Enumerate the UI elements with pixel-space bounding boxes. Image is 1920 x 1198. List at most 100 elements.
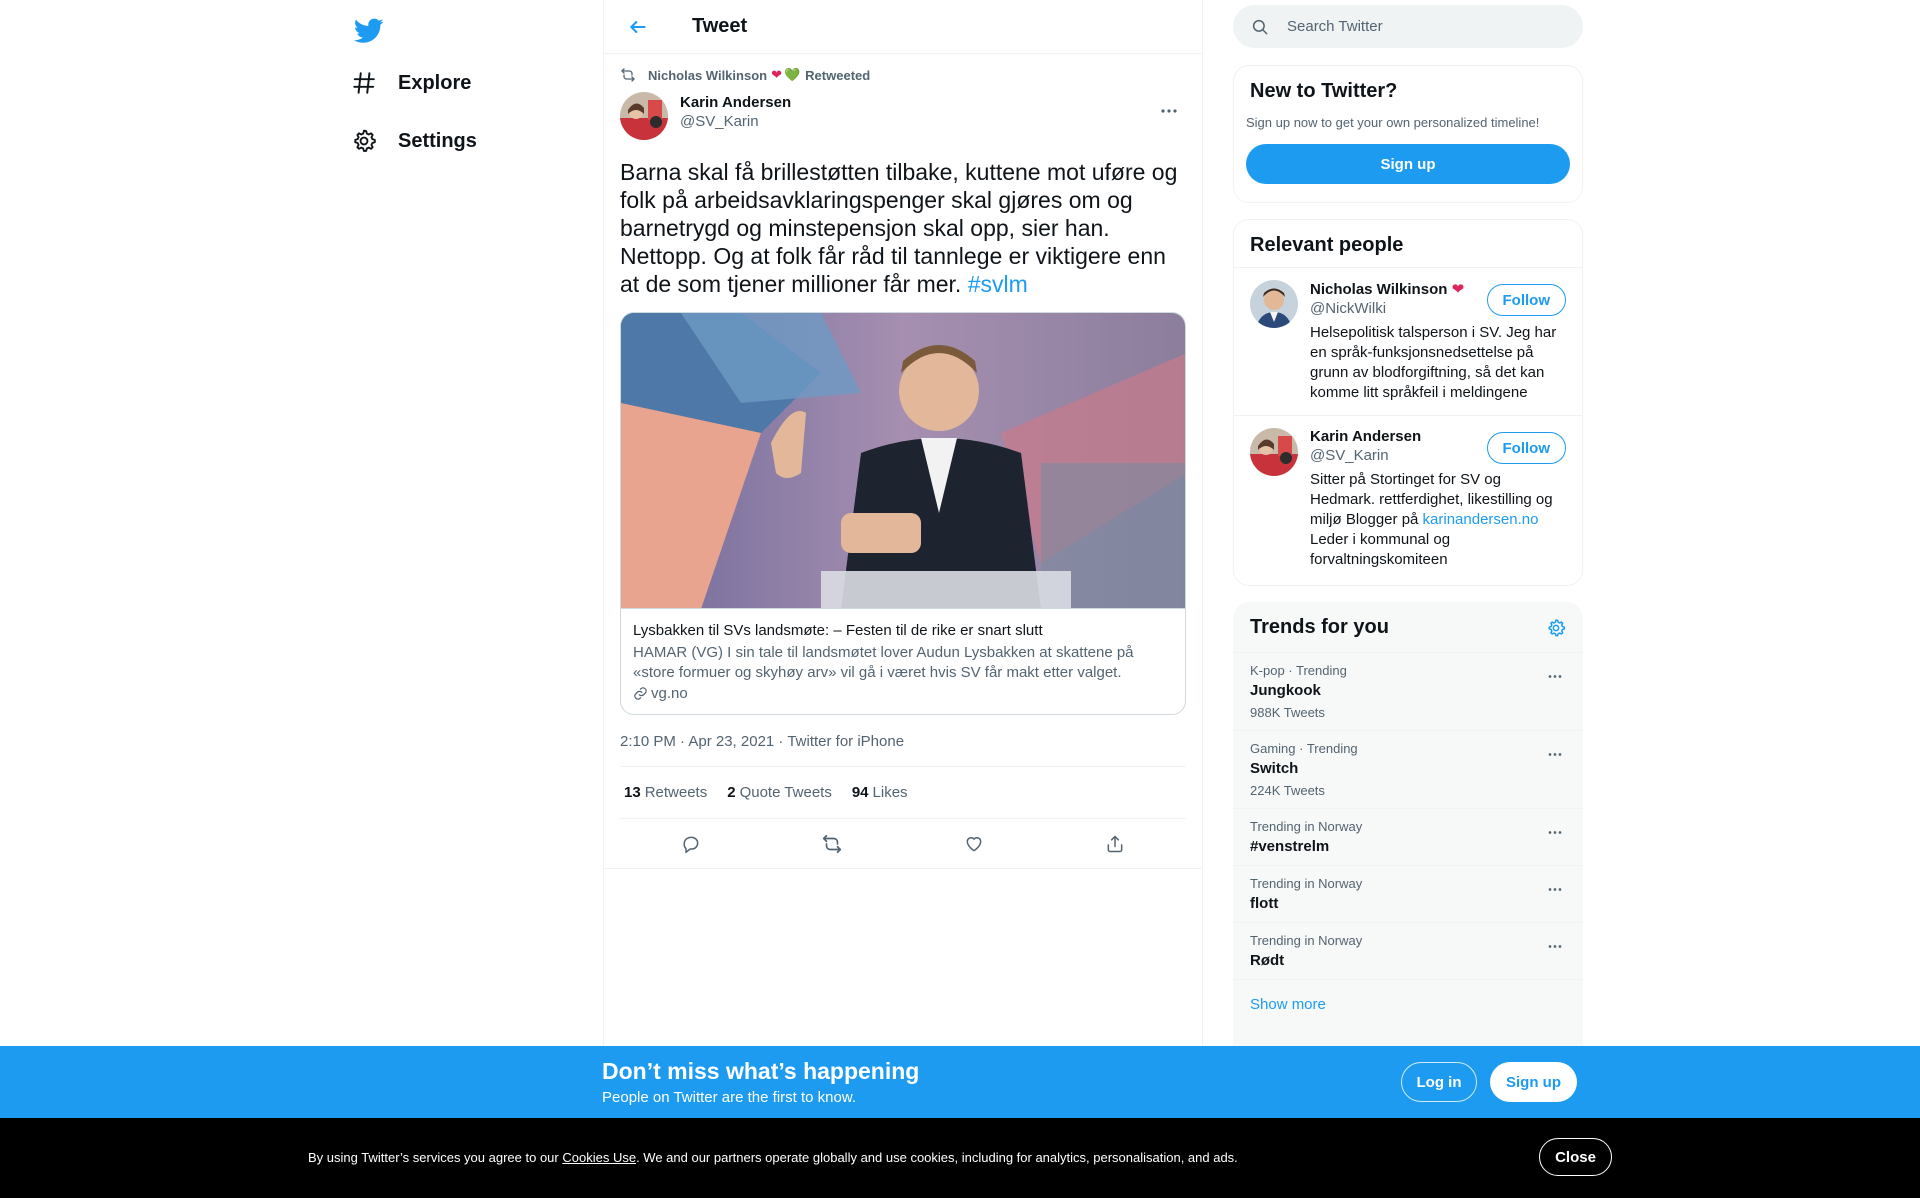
person-bio: Helsepolitisk talsperson i SV. Jeg har e… bbox=[1310, 324, 1557, 401]
retweets-stat[interactable]: 13 Retweets bbox=[624, 784, 707, 801]
tweet-actions bbox=[604, 819, 1202, 869]
trend-context: Trending in Norway bbox=[1250, 876, 1363, 891]
relevant-people-panel: Relevant people Nicholas Wilkinson ❤ @Ni… bbox=[1233, 219, 1583, 586]
trend-context: K-pop · Trending bbox=[1250, 663, 1347, 678]
trend-item[interactable]: Trending in Norway #venstrelm bbox=[1234, 809, 1582, 866]
person-bio-end: Leder i kommunal og forvaltningskomiteen bbox=[1310, 531, 1451, 568]
show-more-link[interactable]: Show more bbox=[1234, 980, 1582, 1029]
reply-icon bbox=[681, 834, 701, 854]
cookie-text-end: . We and our partners operate globally a… bbox=[636, 1150, 1238, 1165]
likes-count: 94 bbox=[851, 784, 869, 801]
hashtag-icon bbox=[340, 59, 388, 107]
close-button[interactable]: Close bbox=[1539, 1138, 1612, 1176]
share-button[interactable] bbox=[1096, 825, 1134, 863]
nav-label-explore: Explore bbox=[398, 71, 472, 94]
cookies-use-link[interactable]: Cookies Use bbox=[562, 1150, 636, 1165]
retweet-context: Nicholas Wilkinson ❤ 💚 Retweeted bbox=[620, 64, 1186, 86]
red-heart-emoji-icon: ❤ bbox=[771, 67, 782, 82]
author-handle[interactable]: @SV_Karin bbox=[680, 113, 791, 130]
trend-item[interactable]: Gaming · Trending Switch 224K Tweets bbox=[1234, 731, 1582, 809]
avatar[interactable] bbox=[620, 92, 668, 140]
avatar[interactable] bbox=[1250, 428, 1298, 476]
quote-tweets-count: 2 bbox=[727, 784, 736, 801]
person-card[interactable]: Karin Andersen @SV_Karin Sitter på Stort… bbox=[1234, 416, 1582, 582]
nav-label-settings: Settings bbox=[398, 129, 477, 152]
tweet-header: Tweet bbox=[604, 0, 1202, 54]
avatar[interactable] bbox=[1250, 280, 1298, 328]
card-title: Lysbakken til SVs landsmøte: – Festen ti… bbox=[633, 622, 1043, 639]
retweeted-label: Retweeted bbox=[805, 67, 871, 83]
arrow-left-icon bbox=[628, 17, 648, 37]
cookie-text: By using Twitter’s services you agree to… bbox=[308, 1150, 1238, 1165]
person-name[interactable]: Karin Andersen bbox=[1310, 428, 1475, 445]
person-card[interactable]: Nicholas Wilkinson ❤ @NickWilki Helsepol… bbox=[1234, 268, 1582, 416]
more-options-button[interactable] bbox=[1152, 94, 1186, 128]
search-icon bbox=[1251, 18, 1271, 36]
nav-item-settings[interactable]: Settings bbox=[340, 116, 477, 166]
likes-label: Likes bbox=[872, 784, 908, 801]
tweet-author: Karin Andersen @SV_Karin bbox=[620, 92, 1186, 144]
more-dots-icon bbox=[1547, 674, 1563, 679]
like-button[interactable] bbox=[955, 825, 993, 863]
trend-item[interactable]: Trending in Norway Rødt bbox=[1234, 923, 1582, 980]
new-to-twitter-subtitle: Sign up now to get your own personalized… bbox=[1246, 115, 1540, 130]
page-title: Tweet bbox=[692, 15, 748, 37]
trend-count: 224K Tweets bbox=[1250, 783, 1325, 798]
follow-button[interactable]: Follow bbox=[1486, 284, 1566, 316]
new-to-twitter-title: New to Twitter? bbox=[1250, 80, 1398, 102]
trend-more-button[interactable] bbox=[1540, 874, 1570, 904]
gear-icon[interactable] bbox=[1546, 618, 1566, 638]
trend-context: Gaming · Trending bbox=[1250, 741, 1358, 756]
link-icon bbox=[633, 686, 648, 701]
trend-name: #venstrelm bbox=[1250, 838, 1330, 855]
hashtag-link[interactable]: #svlm bbox=[968, 271, 1028, 297]
banner-title: Don’t miss what’s happening bbox=[602, 1058, 920, 1084]
retweet-icon bbox=[821, 833, 843, 855]
person-name[interactable]: Nicholas Wilkinson ❤ bbox=[1310, 280, 1475, 298]
nav-item-explore[interactable]: Explore bbox=[340, 58, 471, 108]
log-in-button[interactable]: Log in bbox=[1401, 1062, 1477, 1102]
search-input[interactable] bbox=[1287, 18, 1547, 35]
trend-item[interactable]: K-pop · Trending Jungkook 988K Tweets bbox=[1234, 653, 1582, 731]
signup-banner: Don’t miss what’s happening People on Tw… bbox=[0, 1046, 1920, 1118]
trend-more-button[interactable] bbox=[1540, 931, 1570, 961]
banner-subtitle: People on Twitter are the first to know. bbox=[602, 1089, 857, 1106]
heart-icon bbox=[964, 834, 984, 854]
retweets-count: 13 bbox=[624, 784, 641, 801]
trend-item[interactable]: Trending in Norway flott bbox=[1234, 866, 1582, 923]
bio-link[interactable]: karinandersen.no bbox=[1423, 511, 1539, 528]
author-name[interactable]: Karin Andersen bbox=[680, 94, 791, 111]
trend-more-button[interactable] bbox=[1540, 661, 1570, 691]
reply-button[interactable] bbox=[672, 825, 710, 863]
more-dots-icon bbox=[1547, 887, 1563, 892]
quote-tweets-stat[interactable]: 2 Quote Tweets bbox=[727, 784, 832, 801]
gear-icon bbox=[340, 117, 388, 165]
relevant-people-title: Relevant people bbox=[1234, 220, 1582, 268]
trend-name: Switch bbox=[1250, 760, 1299, 777]
link-preview-card[interactable]: Lysbakken til SVs landsmøte: – Festen ti… bbox=[620, 312, 1186, 715]
trend-name: Rødt bbox=[1250, 952, 1285, 969]
quote-tweets-label: Quote Tweets bbox=[739, 784, 832, 801]
more-dots-icon bbox=[1547, 752, 1563, 757]
tweet-timestamp: 2:10 PM · Apr 23, 2021 · Twitter for iPh… bbox=[620, 733, 1186, 767]
trend-context: Trending in Norway bbox=[1250, 933, 1363, 948]
card-description: HAMAR (VG) I sin tale til landsmøtet lov… bbox=[633, 644, 1134, 681]
retweet-button[interactable] bbox=[813, 825, 851, 863]
tweet-stats: 13 Retweets 2 Quote Tweets 94 Likes bbox=[620, 767, 1186, 819]
sign-up-button[interactable]: Sign up bbox=[1490, 1062, 1577, 1102]
follow-button[interactable]: Follow bbox=[1486, 432, 1566, 464]
green-heart-emoji-icon: 💚 bbox=[783, 67, 801, 82]
trend-more-button[interactable] bbox=[1540, 817, 1570, 847]
cookie-text-start: By using Twitter’s services you agree to… bbox=[308, 1150, 563, 1165]
person-name-text: Nicholas Wilkinson bbox=[1310, 281, 1448, 298]
trends-title: Trends for you bbox=[1250, 616, 1389, 638]
sign-up-button[interactable]: Sign up bbox=[1246, 144, 1570, 184]
new-to-twitter-panel: New to Twitter? Sign up now to get your … bbox=[1233, 65, 1583, 203]
retweeter-name[interactable]: Nicholas Wilkinson bbox=[648, 68, 767, 83]
back-button[interactable] bbox=[620, 9, 656, 45]
search-bar[interactable] bbox=[1233, 5, 1583, 48]
likes-stat[interactable]: 94 Likes bbox=[852, 784, 908, 801]
share-icon bbox=[1105, 834, 1125, 854]
trend-more-button[interactable] bbox=[1540, 739, 1570, 769]
twitter-bird-icon[interactable] bbox=[348, 10, 390, 52]
